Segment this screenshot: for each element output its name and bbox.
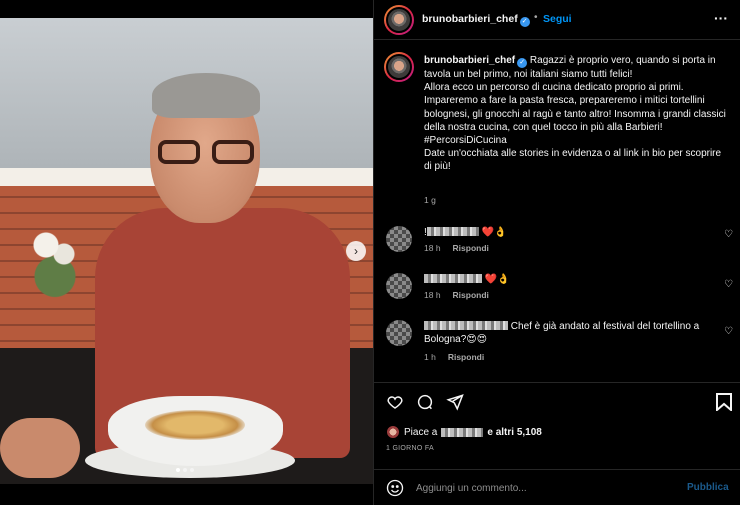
comment-meta: 1 h Rispondi bbox=[424, 352, 496, 362]
blurred-liker-name bbox=[441, 427, 484, 437]
comment-text: ❤️👌 bbox=[424, 273, 709, 286]
author-username-text[interactable]: brunobarbieri_chef bbox=[422, 13, 518, 25]
likes-suffix: e altri bbox=[487, 426, 515, 438]
blurred-username bbox=[424, 274, 482, 283]
emoji-icon[interactable] bbox=[386, 479, 404, 497]
comment-text: Chef è già andato al festival del tortel… bbox=[424, 320, 709, 346]
comment-content: ❤️👌 bbox=[484, 274, 510, 285]
post-actions: Piace a e altri 5,108 1 GIORNO FA Pubbli… bbox=[374, 382, 740, 505]
caption-time: 1 g bbox=[424, 195, 436, 205]
caption-hashtag[interactable]: #PercorsiDiCucina bbox=[424, 135, 507, 146]
caption-text: brunobarbieri_chef ✓ Ragazzi è proprio ve… bbox=[424, 54, 729, 174]
next-arrow-button[interactable]: › bbox=[346, 241, 366, 261]
photo-pasta bbox=[145, 410, 245, 440]
verified-badge-icon: ✓ bbox=[517, 58, 528, 68]
commenter-avatar[interactable] bbox=[386, 226, 412, 252]
comment-time: 1 h bbox=[424, 352, 436, 362]
share-send-icon[interactable] bbox=[446, 393, 464, 411]
reply-button[interactable]: Rispondi bbox=[453, 290, 489, 300]
photo-hair bbox=[152, 73, 260, 118]
like-comment-heart-icon[interactable]: ♡ bbox=[724, 326, 733, 337]
carousel-dot bbox=[176, 468, 180, 472]
carousel-dot bbox=[183, 468, 187, 472]
comment-meta: 18 h Rispondi bbox=[424, 243, 501, 253]
author-username[interactable]: brunobarbieri_chef ✓ bbox=[422, 13, 530, 27]
liker-avatar bbox=[386, 425, 400, 439]
caption-author-avatar[interactable] bbox=[384, 52, 414, 82]
comment-time: 18 h bbox=[424, 290, 441, 300]
reply-button[interactable]: Rispondi bbox=[448, 352, 484, 362]
comment-input[interactable] bbox=[416, 479, 666, 497]
add-comment-bar: Pubblica bbox=[374, 469, 740, 505]
commenter-avatar[interactable] bbox=[386, 273, 412, 299]
comment-time: 18 h bbox=[424, 243, 441, 253]
like-heart-icon[interactable] bbox=[386, 393, 404, 411]
author-avatar[interactable] bbox=[384, 5, 414, 35]
photo-glasses bbox=[158, 140, 256, 166]
header-separator: • bbox=[534, 12, 538, 23]
publish-button[interactable]: Pubblica bbox=[687, 482, 729, 493]
reply-button[interactable]: Rispondi bbox=[453, 243, 489, 253]
post-media: › bbox=[0, 0, 373, 505]
blurred-username bbox=[426, 227, 479, 236]
verified-badge-icon: ✓ bbox=[519, 17, 530, 27]
caption-line: Allora ecco un percorso di cucina dedica… bbox=[424, 82, 726, 133]
caption-line: Date un'occhiata alle stories in evidenz… bbox=[424, 148, 722, 173]
carousel-dots bbox=[176, 468, 194, 472]
follow-button[interactable]: Segui bbox=[543, 13, 572, 25]
post-details-panel: brunobarbieri_chef ✓ • Segui ··· brunobar… bbox=[373, 0, 740, 505]
post-photo[interactable] bbox=[0, 18, 373, 484]
carousel-dot bbox=[190, 468, 194, 472]
post-header: brunobarbieri_chef ✓ • Segui ··· bbox=[374, 0, 740, 40]
comment-bubble-icon[interactable] bbox=[416, 393, 434, 411]
more-horizontal-icon[interactable]: ··· bbox=[714, 10, 728, 26]
like-comment-heart-icon[interactable]: ♡ bbox=[724, 279, 733, 290]
likes-prefix: Piace a bbox=[404, 426, 438, 438]
comment-text: ! ❤️👌 bbox=[424, 226, 709, 239]
commenter-avatar[interactable] bbox=[386, 320, 412, 346]
action-icons bbox=[386, 393, 464, 411]
like-comment-heart-icon[interactable]: ♡ bbox=[724, 229, 733, 240]
comment-content: ❤️👌 bbox=[481, 227, 507, 238]
blurred-username bbox=[424, 321, 508, 330]
save-bookmark-icon[interactable] bbox=[716, 393, 732, 411]
caption-username[interactable]: brunobarbieri_chef bbox=[424, 55, 515, 66]
photo-flowers bbox=[28, 218, 88, 308]
likes-summary[interactable]: Piace a e altri 5,108 bbox=[386, 425, 542, 439]
comment-meta: 18 h Rispondi bbox=[424, 290, 501, 300]
post-date: 1 GIORNO FA bbox=[386, 445, 435, 452]
photo-arm bbox=[0, 418, 80, 478]
likes-count: 5,108 bbox=[516, 426, 542, 438]
